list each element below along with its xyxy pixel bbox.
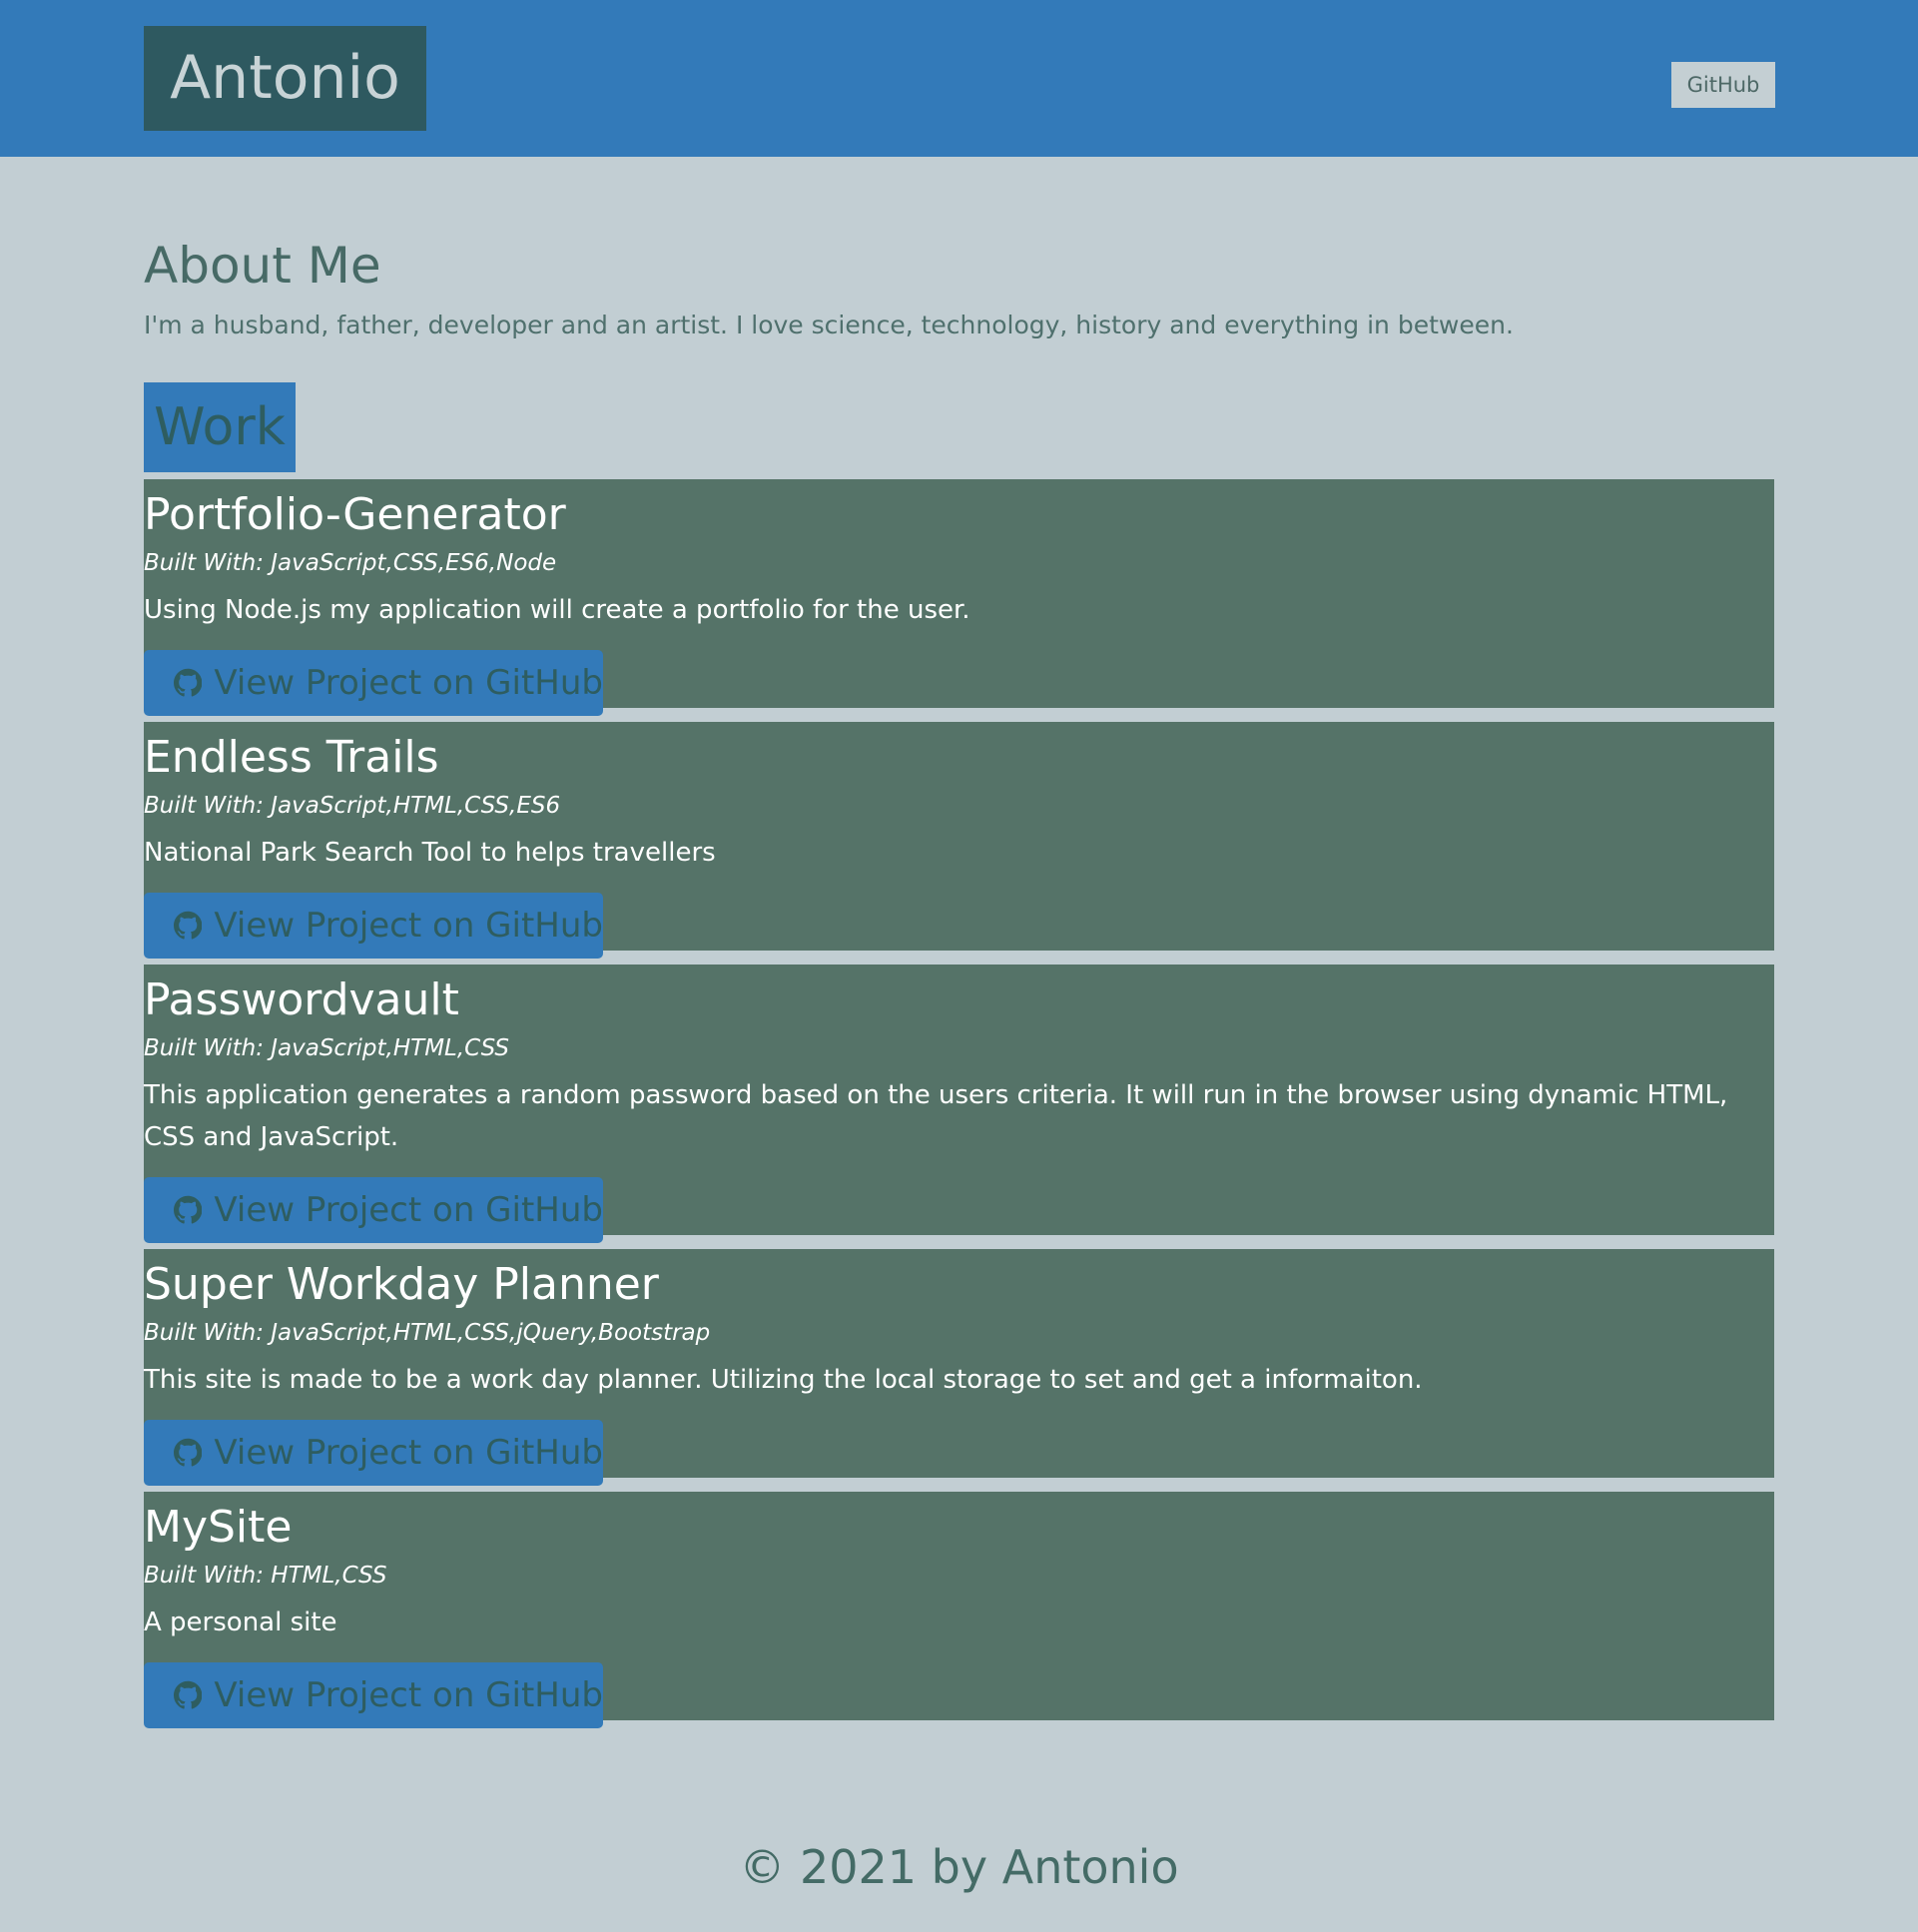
project-title: MySite — [144, 1502, 293, 1553]
view-project-button[interactable]: View Project on GitHub — [144, 1420, 603, 1486]
github-icon — [174, 911, 203, 940]
project-title: Super Workday Planner — [144, 1259, 659, 1310]
site-header: Antonio GitHub — [0, 0, 1918, 157]
view-project-button[interactable]: View Project on GitHub — [144, 650, 603, 716]
view-project-label: View Project on GitHub — [214, 663, 603, 703]
project-built-with: Built With: JavaScript,HTML,CSS,jQuery,B… — [144, 1320, 711, 1346]
project-description: This site is made to be a work day plann… — [144, 1365, 1423, 1395]
about-title: About Me — [144, 237, 381, 295]
view-project-button[interactable]: View Project on GitHub — [144, 1177, 603, 1243]
github-icon — [174, 1680, 203, 1709]
project-built-with: Built With: JavaScript,HTML,CSS,ES6 — [144, 793, 561, 819]
nav-github-link[interactable]: GitHub — [1671, 62, 1775, 108]
project-card: MySite Built With: HTML,CSS A personal s… — [144, 1492, 1774, 1728]
project-card: Portfolio-Generator Built With: JavaScri… — [144, 479, 1774, 716]
view-project-button[interactable]: View Project on GitHub — [144, 893, 603, 959]
github-icon — [174, 1438, 203, 1467]
view-project-label: View Project on GitHub — [214, 1190, 603, 1230]
github-icon — [174, 1195, 203, 1224]
project-description: National Park Search Tool to helps trave… — [144, 838, 716, 868]
project-description: A personal site — [144, 1608, 337, 1637]
project-built-with: Built With: HTML,CSS — [144, 1563, 387, 1589]
project-description: This application generates a random pass… — [144, 1080, 1728, 1152]
project-card: Passwordvault Built With: JavaScript,HTM… — [144, 965, 1774, 1243]
project-built-with: Built With: JavaScript,HTML,CSS — [144, 1035, 510, 1061]
project-built-with: Built With: JavaScript,CSS,ES6,Node — [144, 550, 557, 576]
view-project-label: View Project on GitHub — [214, 1675, 603, 1715]
project-title: Endless Trails — [144, 732, 439, 783]
github-icon — [174, 668, 203, 697]
work-title: Work — [144, 382, 296, 472]
view-project-label: View Project on GitHub — [214, 906, 603, 946]
project-description: Using Node.js my application will create… — [144, 595, 970, 625]
project-card: Super Workday Planner Built With: JavaSc… — [144, 1249, 1774, 1486]
project-title: Portfolio-Generator — [144, 489, 566, 540]
site-footer: © 2021 by Antonio — [739, 1840, 1179, 1894]
view-project-label: View Project on GitHub — [214, 1433, 603, 1473]
site-brand[interactable]: Antonio — [144, 26, 426, 131]
project-card: Endless Trails Built With: JavaScript,HT… — [144, 722, 1774, 959]
view-project-button[interactable]: View Project on GitHub — [144, 1662, 603, 1728]
project-title: Passwordvault — [144, 974, 459, 1025]
about-text: I'm a husband, father, developer and an … — [144, 311, 1514, 339]
